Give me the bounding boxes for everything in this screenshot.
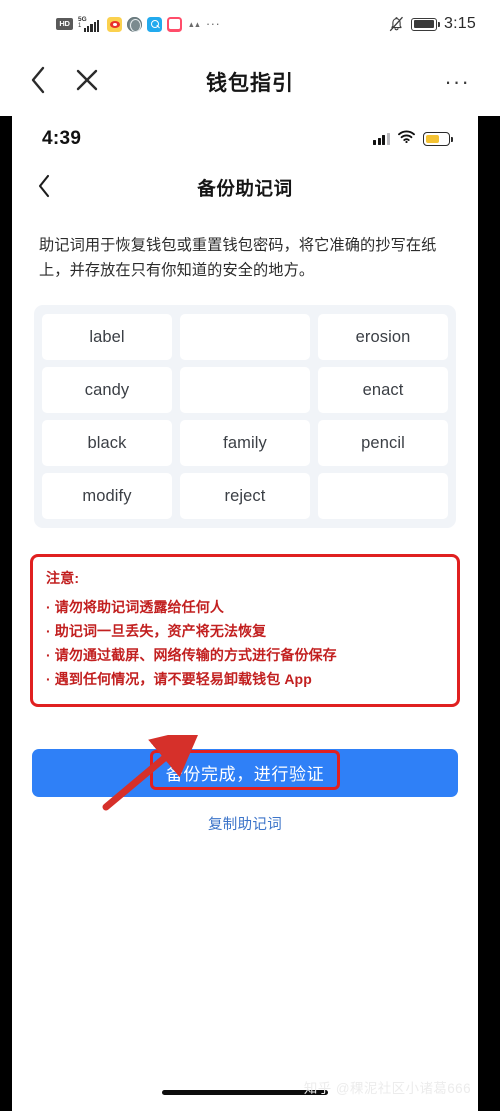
mnemonic-word-cell[interactable]: enact <box>318 367 448 414</box>
signal-bars-icon <box>84 19 99 32</box>
mnemonic-word-cell[interactable]: reject <box>180 473 310 520</box>
watermark: 知乎 @稞泥社区小诸葛666 <box>303 1081 471 1096</box>
pink-app-icon <box>167 16 182 32</box>
hd-icon: HD <box>56 18 73 30</box>
outer-nav-bar: 钱包指引 ··· <box>0 48 500 116</box>
search-app-icon <box>147 16 162 32</box>
inner-nav-bar: 备份助记词 <box>12 162 478 214</box>
verify-backup-button[interactable]: 备份完成，进行验证 <box>32 748 458 797</box>
mnemonic-word-cell[interactable]: pencil <box>318 420 448 467</box>
mnemonic-word-cell[interactable]: candy <box>42 367 172 414</box>
inner-clock: 4:39 <box>42 128 82 149</box>
cellular-signal-icon <box>373 133 390 145</box>
signal-sub-label: 1 <box>78 22 82 29</box>
battery-low-power-icon <box>423 132 453 146</box>
mnemonic-word-cell[interactable]: label <box>42 314 172 361</box>
browser-globe-icon <box>127 16 142 32</box>
back-icon[interactable] <box>30 65 47 100</box>
warning-item: · 请勿通过截屏、网络传输的方式进行备份保存 <box>46 647 337 664</box>
weibo-icon <box>107 16 122 32</box>
status-left-icons: HD 5G 1 ▲▲ ··· <box>56 16 389 32</box>
warning-box: 注意: · 请勿将助记词透露给任何人 · 助记词一旦丢失，资产将无法恢复 · 请… <box>30 554 460 707</box>
mnemonic-word-cell[interactable]: black <box>42 420 172 467</box>
warning-item: · 助记词一旦丢失，资产将无法恢复 <box>46 623 267 640</box>
mnemonic-word-grid: label erosion candy enact black family p… <box>34 305 456 529</box>
backup-mnemonic-title: 备份助记词 <box>197 178 293 199</box>
mnemonic-word-cell[interactable]: erosion <box>318 314 448 361</box>
more-options-icon[interactable]: ··· <box>444 71 470 93</box>
mnemonic-description: 助记词用于恢复钱包或重置钱包密码，将它准确的抄写在纸上，并存放在只有你知道的安全… <box>39 237 437 279</box>
signal-5g-icon: 5G 1 <box>78 16 102 32</box>
mnemonic-word-cell[interactable] <box>180 314 310 361</box>
warning-title: 注意: <box>46 570 80 587</box>
mnemonic-word-cell[interactable]: family <box>180 420 310 467</box>
copy-mnemonic-link[interactable]: 复制助记词 <box>32 813 458 834</box>
warning-item: · 请勿将助记词透露给任何人 <box>46 599 224 616</box>
mnemonic-word-cell[interactable] <box>318 473 448 520</box>
embedded-screenshot: 4:39 备份助记词 助记词用于恢复钱包或重置钱包密码，将它准确的抄写在纸上，并… <box>0 116 500 1111</box>
bell-muted-icon <box>389 16 404 32</box>
action-area: 备份完成，进行验证 复制助记词 <box>12 707 478 834</box>
mnemonic-word-cell[interactable] <box>180 367 310 414</box>
wifi-icon <box>398 130 415 148</box>
inner-status-icons <box>373 130 453 148</box>
warning-item: · 遇到任何情况，请不要轻易卸载钱包 App <box>46 671 312 688</box>
status-right-icons: 3:15 <box>389 15 476 33</box>
more-apps-icon: ··· <box>205 16 221 31</box>
mnemonic-word-cell[interactable]: modify <box>42 473 172 520</box>
battery-icon <box>411 17 441 31</box>
inner-status-bar: 4:39 <box>12 116 478 162</box>
outer-status-bar: HD 5G 1 ▲▲ ··· 3:15 <box>0 0 500 48</box>
close-icon[interactable] <box>75 68 99 97</box>
tiny-app-icon: ▲▲ <box>187 19 201 29</box>
outer-clock: 3:15 <box>444 15 476 32</box>
wallet-app-screen: 4:39 备份助记词 助记词用于恢复钱包或重置钱包密码，将它准确的抄写在纸上，并… <box>12 116 478 1111</box>
verify-backup-button-label: 备份完成，进行验证 <box>165 765 325 785</box>
